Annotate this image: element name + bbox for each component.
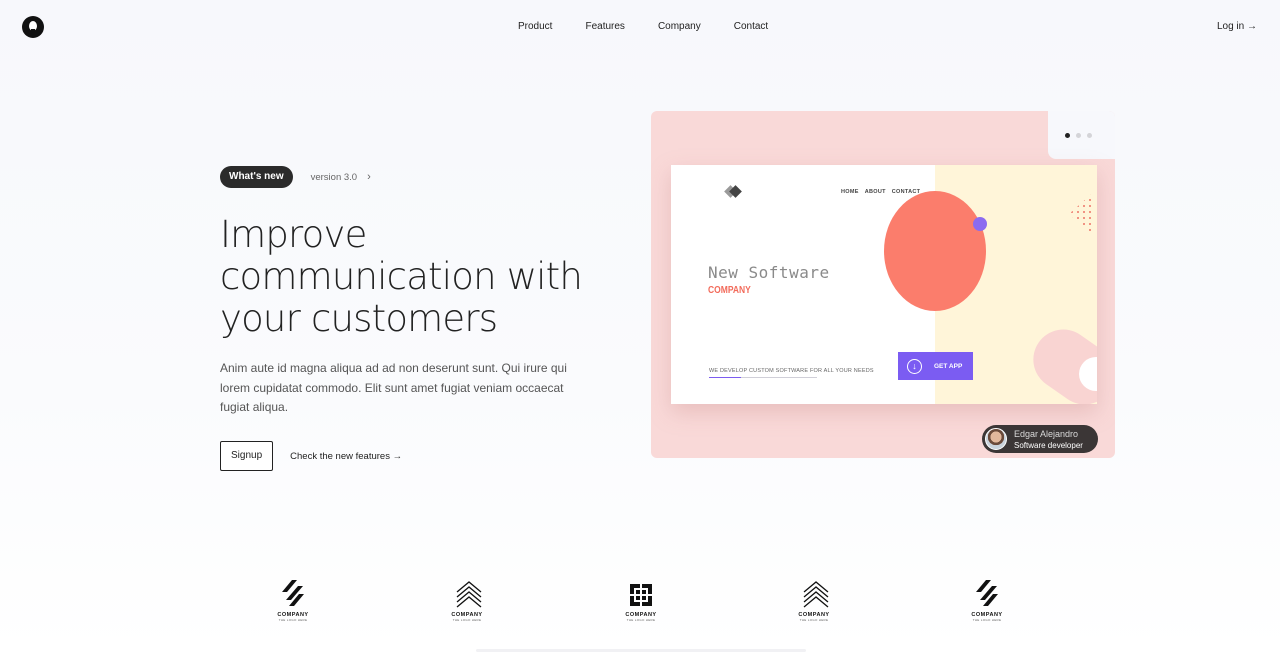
company-tag: THE LOGO HERE xyxy=(626,618,656,622)
download-icon: ↓ xyxy=(907,358,922,374)
hero-content: What's new version 3.0 › Improve communi… xyxy=(220,166,600,418)
headline-line: Improve xyxy=(220,213,367,256)
nav-item-contact[interactable]: Contact xyxy=(734,21,768,32)
mockup-get-app-button: ↓ GET APP xyxy=(898,352,973,380)
mockup-coral-circle xyxy=(884,191,986,311)
whats-new-row[interactable]: What's new version 3.0 › xyxy=(220,166,600,188)
company-tag: THE LOGO HERE xyxy=(278,618,308,622)
client-logos: COMPANY THE LOGO HERE COMPANY THE LOGO H… xyxy=(0,580,1280,630)
headline-line: your customers xyxy=(220,297,498,340)
mockup-title: New Software xyxy=(708,263,830,282)
mockup-purple-dot xyxy=(973,217,987,231)
slash-stripes-icon xyxy=(282,580,304,608)
author-role: Software developer xyxy=(1014,441,1083,450)
square-glyph-icon xyxy=(630,580,652,608)
mockup-tagline: WE DEVELOP CUSTOM SOFTWARE FOR ALL YOUR … xyxy=(709,368,874,374)
login-link[interactable]: Log in → xyxy=(1217,21,1257,32)
chevron-right-icon[interactable]: › xyxy=(367,171,371,183)
brand-logo-icon[interactable] xyxy=(22,16,44,38)
author-chip: Edgar Alejandro Software developer xyxy=(982,425,1098,453)
company-logo: COMPANY THE LOGO HERE xyxy=(447,580,487,622)
company-tag: THE LOGO HERE xyxy=(799,618,829,622)
mockup-menu-item: ABOUT xyxy=(864,189,886,195)
slide-dot[interactable] xyxy=(1065,133,1070,138)
website-mockup: HOME ABOUT CONTACT New Software COMPANY … xyxy=(671,165,1097,404)
nav-item-features[interactable]: Features xyxy=(585,21,624,32)
company-tag: THE LOGO HERE xyxy=(972,618,1002,622)
mockup-logo-icon xyxy=(724,185,742,198)
author-name: Edgar Alejandro xyxy=(1014,429,1079,439)
company-logo: COMPANY THE LOGO HERE xyxy=(794,580,834,622)
whats-new-badge[interactable]: What's new xyxy=(220,166,293,188)
mockup-get-app-label: GET APP xyxy=(934,362,963,370)
mockup-menu-item: CONTACT xyxy=(891,189,921,195)
hero-description: Anim aute id magna aliqua ad ad non dese… xyxy=(220,361,567,414)
company-logo: COMPANY THE LOGO HERE xyxy=(967,580,1007,622)
company-tag: THE LOGO HERE xyxy=(452,618,482,622)
company-logo: COMPANY THE LOGO HERE xyxy=(273,580,313,622)
slide-dot[interactable] xyxy=(1087,133,1092,138)
slide-dot[interactable] xyxy=(1076,133,1081,138)
mockup-subtitle: COMPANY xyxy=(708,285,751,296)
slash-stripes-icon xyxy=(976,580,998,608)
nav-item-company[interactable]: Company xyxy=(658,21,701,32)
check-features-link[interactable]: Check the new features → xyxy=(290,451,402,462)
mockup-underline xyxy=(709,377,817,378)
avatar xyxy=(985,428,1007,450)
hero-headline: Improve communication with your customer… xyxy=(220,214,600,340)
headline-line: communication with xyxy=(220,255,583,298)
company-logo: COMPANY THE LOGO HERE xyxy=(621,580,661,622)
mockup-menu-item: HOME xyxy=(841,189,859,195)
product-showcase: HOME ABOUT CONTACT New Software COMPANY … xyxy=(651,111,1115,458)
main-menu: Product Features Company Contact xyxy=(518,21,768,32)
mockup-menu: HOME ABOUT CONTACT xyxy=(841,189,920,195)
top-nav: Product Features Company Contact Log in … xyxy=(0,0,1280,56)
version-label[interactable]: version 3.0 xyxy=(311,172,357,183)
chevron-arrows-icon xyxy=(456,580,482,608)
nav-item-product[interactable]: Product xyxy=(518,21,552,32)
signup-button[interactable]: Signup xyxy=(220,441,274,471)
hero-actions: Signup Check the new features → xyxy=(220,441,402,471)
slider-pagination xyxy=(1048,111,1115,159)
chevron-arrows-icon xyxy=(803,580,829,608)
